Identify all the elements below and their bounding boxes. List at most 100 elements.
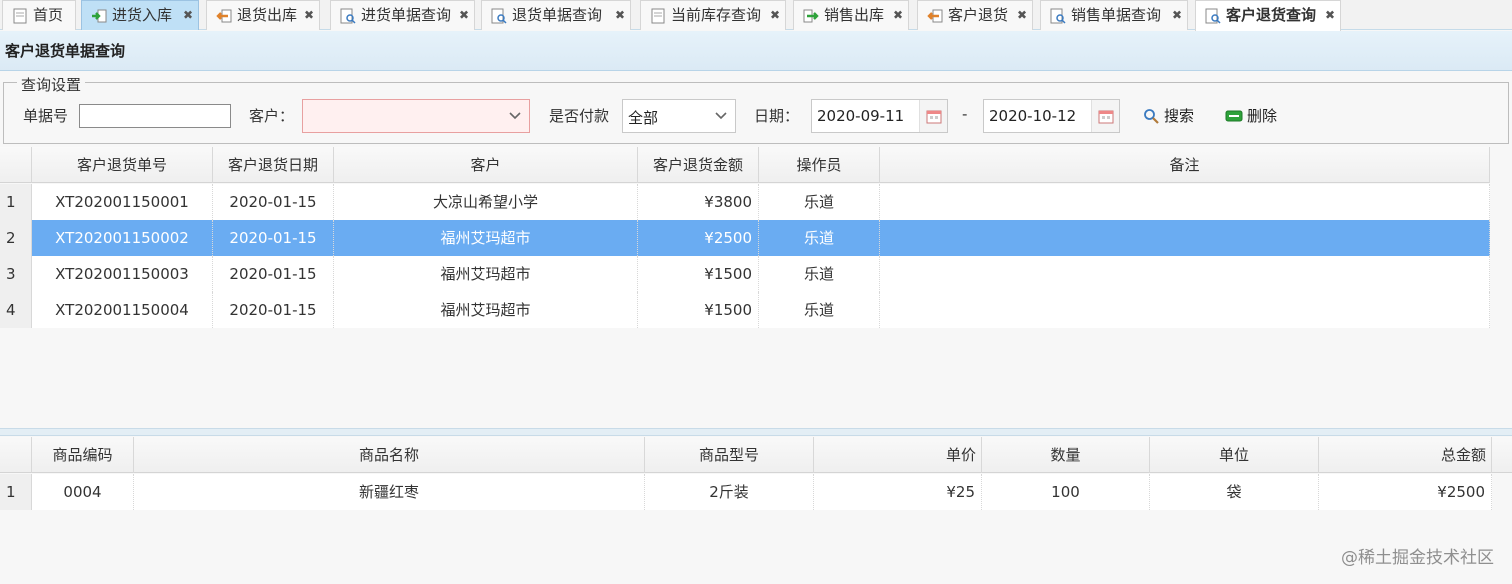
paid-value: 全部	[628, 109, 659, 127]
remark-cell	[880, 256, 1490, 292]
split-divider[interactable]	[0, 428, 1512, 436]
paid-label: 是否付款	[549, 107, 610, 125]
column-header[interactable]: 数量	[982, 437, 1150, 473]
tab-label: 当前库存查询	[671, 6, 762, 24]
column-header[interactable]: 单价	[814, 437, 982, 473]
tab-label: 首页	[33, 6, 64, 24]
tab-customer-return[interactable]: 客户退货 ✖	[917, 0, 1033, 30]
delete-label: 删除	[1247, 107, 1278, 125]
column-header[interactable]: 商品型号	[645, 437, 814, 473]
chevron-down-icon[interactable]	[707, 100, 735, 132]
remark-cell	[880, 184, 1490, 220]
tab-label: 进货单据查询	[361, 6, 452, 24]
operator-cell: 乐道	[759, 256, 880, 292]
column-header[interactable]: 商品编码	[32, 437, 134, 473]
column-header[interactable]: 客户	[334, 147, 638, 183]
close-icon[interactable]: ✖	[183, 1, 193, 29]
code-cell: 0004	[32, 474, 134, 510]
tab-sale-out[interactable]: 销售出库 ✖	[793, 0, 909, 30]
search-button[interactable]: 搜索	[1142, 104, 1194, 128]
return-bill-grid: 客户退货单号 客户退货日期 客户 客户退货金额 操作员 备注 1 XT20200…	[0, 147, 1512, 429]
chevron-down-icon[interactable]	[501, 100, 529, 132]
grid-header: 客户退货单号 客户退货日期 客户 客户退货金额 操作员 备注	[0, 147, 1490, 183]
date-to-value: 2020-10-12	[989, 107, 1077, 125]
tab-return-query[interactable]: 退货单据查询 ✖	[481, 0, 631, 30]
column-header[interactable]: 客户退货日期	[213, 147, 334, 183]
close-icon[interactable]: ✖	[1325, 1, 1335, 29]
table-row[interactable]: 3 XT202001150003 2020-01-15 福州艾玛超市 ¥1500…	[0, 256, 1490, 292]
tab-label: 进货入库	[112, 6, 173, 24]
column-header[interactable]: 客户退货单号	[32, 147, 213, 183]
paid-select[interactable]: 全部	[622, 99, 736, 133]
tab-label: 客户退货查询	[1226, 6, 1317, 24]
tab-customer-return-query[interactable]: 客户退货查询 ✖	[1195, 0, 1341, 31]
tab-label: 销售出库	[824, 6, 885, 24]
query-settings: 查询设置 单据号 客户： 是否付款 全部 日期： 2020-09-11 - 20…	[3, 74, 1509, 144]
delete-button[interactable]: 删除	[1225, 104, 1277, 128]
doc-search-icon	[491, 8, 507, 24]
tab-stock-query[interactable]: 当前库存查询 ✖	[640, 0, 786, 30]
tab-sale-query[interactable]: 销售单据查询 ✖	[1040, 0, 1188, 30]
amount-cell: ¥3800	[638, 184, 759, 220]
bill-no-input[interactable]	[79, 104, 231, 128]
name-cell: 新疆红枣	[134, 474, 645, 510]
close-icon[interactable]: ✖	[304, 1, 314, 29]
row-number: 2	[0, 220, 32, 256]
arrow-out-icon	[803, 8, 819, 24]
row-number-header	[0, 147, 32, 183]
bill-no-cell: XT202001150003	[32, 256, 213, 292]
remark-cell	[880, 220, 1490, 256]
amount-cell: ¥2500	[638, 220, 759, 256]
arrow-back-icon	[216, 8, 232, 24]
operator-cell: 乐道	[759, 292, 880, 328]
date-to-input[interactable]: 2020-10-12	[983, 99, 1120, 133]
column-header[interactable]: 操作员	[759, 147, 880, 183]
grid-header: 商品编码 商品名称 商品型号 单价 数量 单位 总金额	[0, 437, 1512, 473]
customer-cell: 大凉山希望小学	[334, 184, 638, 220]
search-icon	[1142, 108, 1160, 124]
date-cell: 2020-01-15	[213, 292, 334, 328]
column-header[interactable]: 备注	[880, 147, 1490, 183]
arrow-in-icon	[91, 8, 107, 24]
customer-cell: 福州艾玛超市	[334, 256, 638, 292]
close-icon[interactable]: ✖	[893, 1, 903, 29]
tab-return-out[interactable]: 退货出库 ✖	[206, 0, 320, 30]
tab-purchase-in[interactable]: 进货入库 ✖	[81, 0, 199, 30]
calendar-icon[interactable]	[1091, 100, 1119, 132]
close-icon[interactable]: ✖	[1172, 1, 1182, 29]
bill-no-cell: XT202001150004	[32, 292, 213, 328]
tab-label: 退货单据查询	[512, 6, 603, 24]
column-header[interactable]: 商品名称	[134, 437, 645, 473]
close-icon[interactable]: ✖	[459, 1, 469, 29]
table-row[interactable]: 1 XT202001150001 2020-01-15 大凉山希望小学 ¥380…	[0, 184, 1490, 220]
model-cell: 2斤装	[645, 474, 814, 510]
customer-select[interactable]	[302, 99, 530, 133]
search-label: 搜索	[1164, 107, 1195, 125]
tab-home[interactable]: 首页	[2, 0, 76, 30]
tab-label: 销售单据查询	[1071, 6, 1162, 24]
column-header[interactable]: 单位	[1150, 437, 1319, 473]
amount-cell: ¥1500	[638, 292, 759, 328]
delete-icon	[1225, 108, 1243, 124]
column-header[interactable]: 客户退货金额	[638, 147, 759, 183]
table-row[interactable]: 4 XT202001150004 2020-01-15 福州艾玛超市 ¥1500…	[0, 292, 1490, 328]
close-icon[interactable]: ✖	[770, 1, 780, 29]
table-row[interactable]: 2 XT202001150002 2020-01-15 福州艾玛超市 ¥2500…	[0, 220, 1490, 256]
close-icon[interactable]: ✖	[615, 1, 625, 29]
row-number: 4	[0, 292, 32, 328]
table-row[interactable]: 1 0004 新疆红枣 2斤装 ¥25 100 袋 ¥2500	[0, 474, 1492, 510]
date-from-value: 2020-09-11	[817, 107, 905, 125]
date-from-input[interactable]: 2020-09-11	[811, 99, 948, 133]
customer-cell: 福州艾玛超市	[334, 220, 638, 256]
row-number-header	[0, 437, 32, 473]
total-cell: ¥2500	[1319, 474, 1492, 510]
row-number: 3	[0, 256, 32, 292]
detail-grid: 商品编码 商品名称 商品型号 单价 数量 单位 总金额 1 0004 新疆红枣 …	[0, 437, 1512, 511]
doc-search-icon	[340, 8, 356, 24]
tab-label: 客户退货	[948, 6, 1009, 24]
close-icon[interactable]: ✖	[1017, 1, 1027, 29]
column-header[interactable]: 总金额	[1319, 437, 1492, 473]
tab-purchase-query[interactable]: 进货单据查询 ✖	[330, 0, 475, 30]
calendar-icon[interactable]	[919, 100, 947, 132]
bill-no-label: 单据号	[23, 107, 69, 125]
